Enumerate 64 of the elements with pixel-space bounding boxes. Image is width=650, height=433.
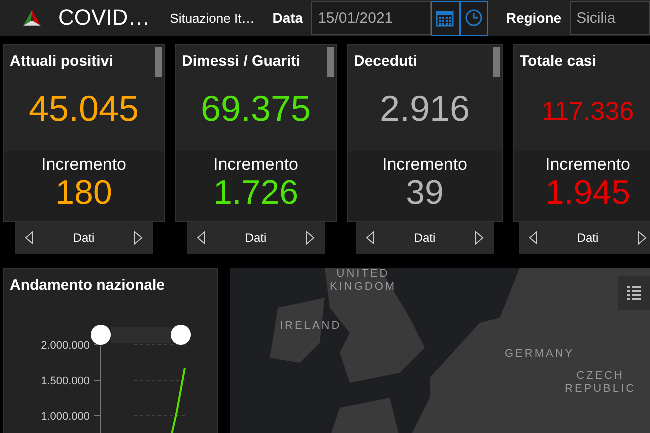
app-subtitle: Situazione It…	[170, 10, 255, 26]
stat-value: 117.336	[542, 96, 634, 127]
scrollbar-thumb[interactable]	[155, 47, 162, 77]
tick-mark	[94, 380, 102, 381]
nav-label: Dati	[245, 231, 267, 245]
app-title: COVID…	[58, 5, 150, 31]
country-label: IRELAND	[280, 320, 342, 333]
increment-value: 1.726	[213, 175, 299, 211]
axis-label: 1.500.000	[41, 376, 90, 388]
stat-value: 45.045	[28, 88, 140, 130]
country-label: CZECH REPUBLIC	[565, 370, 636, 396]
stat-value: 69.375	[200, 88, 312, 130]
previous-button[interactable]	[529, 231, 538, 245]
axis-label: 1.000.000	[41, 411, 90, 423]
stat-value: 2.916	[380, 88, 470, 130]
panel-title: Andamento nazionale	[9, 276, 166, 294]
next-button[interactable]	[638, 231, 647, 245]
previous-button[interactable]	[25, 231, 34, 245]
right-triangle-icon	[638, 231, 647, 245]
country-label: GERMANY	[505, 348, 575, 361]
card-title: Totale casi	[519, 52, 596, 70]
date-field[interactable]: 15/01/2021	[311, 1, 431, 35]
nav-label: Dati	[414, 231, 436, 245]
card-title: Dimessi / Guariti	[181, 52, 300, 70]
axis-label: 2.000.000	[41, 340, 90, 352]
increment-value: 180	[56, 175, 112, 211]
scrollbar-thumb[interactable]	[493, 47, 500, 77]
list-icon	[626, 285, 642, 301]
right-triangle-icon	[134, 231, 143, 245]
increment-value: 1.945	[545, 175, 631, 211]
next-button[interactable]	[134, 231, 143, 245]
increment-label: Incremento	[545, 155, 631, 175]
right-triangle-icon	[475, 231, 484, 245]
date-label: Data	[272, 10, 304, 26]
region-label: Regione	[506, 10, 562, 26]
country-label: UNITED KINGDOM	[330, 268, 397, 294]
legend-button[interactable]	[618, 276, 650, 310]
card-title: Attuali positivi	[9, 52, 114, 70]
increment-value: 39	[406, 175, 444, 211]
calendar-icon	[436, 9, 454, 27]
nav-label: Dati	[577, 231, 599, 245]
range-handle[interactable]	[171, 325, 191, 345]
previous-button[interactable]	[366, 231, 375, 245]
left-triangle-icon	[529, 231, 538, 245]
time-button[interactable]	[460, 0, 488, 36]
calendar-button[interactable]	[430, 0, 460, 36]
next-button[interactable]	[475, 231, 484, 245]
map[interactable]: UNITED KINGDOM IRELAND GERMANY CZECH REPUBLIC	[230, 268, 650, 433]
clock-icon	[464, 9, 483, 27]
left-triangle-icon	[197, 231, 206, 245]
increment-label: Incremento	[382, 155, 468, 175]
range-handle[interactable]	[91, 325, 111, 345]
left-triangle-icon	[366, 231, 375, 245]
increment-label: Incremento	[213, 155, 299, 175]
nav-label: Dati	[73, 231, 95, 245]
right-triangle-icon	[306, 231, 315, 245]
increment-label: Incremento	[41, 155, 127, 175]
trend-line	[171, 368, 186, 433]
previous-button[interactable]	[197, 231, 206, 245]
next-button[interactable]	[306, 231, 315, 245]
region-field[interactable]: Sicilia	[570, 1, 650, 35]
left-triangle-icon	[25, 231, 34, 245]
scrollbar-thumb[interactable]	[327, 47, 334, 77]
card-title: Deceduti	[353, 52, 418, 70]
